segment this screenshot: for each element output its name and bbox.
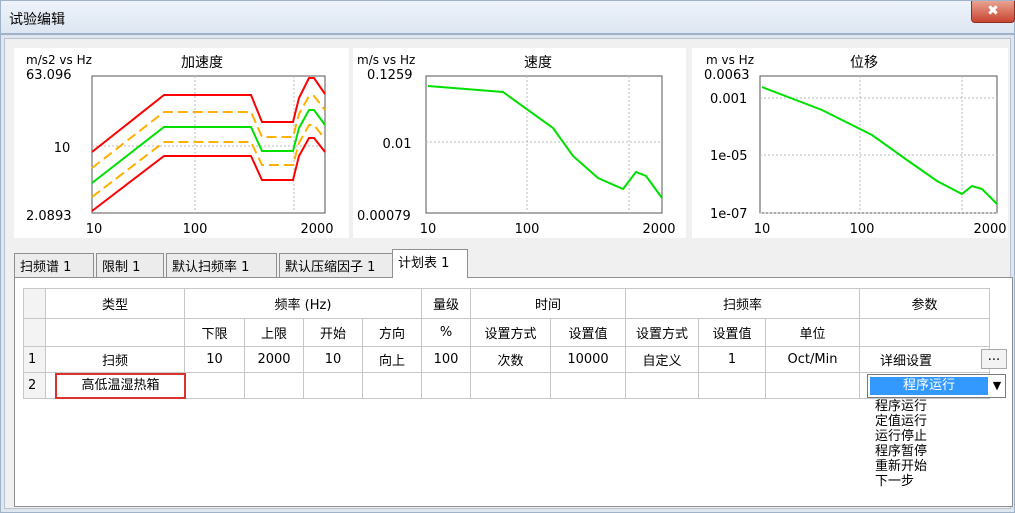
row-number[interactable]: 1 (23, 346, 46, 373)
acceleration-chart: m/s2 vs Hz 加速度 63.096 10 2.0893 10 100 2… (14, 48, 349, 238)
dropdown-option[interactable]: 程序运行 (875, 399, 993, 414)
accel-x-label-10: 10 (86, 222, 103, 237)
dropdown-option[interactable]: 下一步 (875, 474, 993, 489)
accel-ymin-label: 2.0893 (26, 209, 72, 224)
close-icon: ✖ (987, 3, 999, 19)
cell-direction[interactable]: 向上 (362, 346, 422, 373)
cell-rate-mode[interactable]: 自定义 (625, 346, 699, 373)
velocity-title: 速度 (524, 55, 552, 71)
displacement-y-label-0: 0.001 (710, 92, 747, 107)
accel-unit-label: m/s2 vs Hz (26, 53, 92, 67)
selected-type-cell[interactable]: 高低温湿热箱 (55, 373, 186, 399)
displacement-x-label-2000: 2000 (973, 222, 1006, 237)
cell-time-mode[interactable]: 次数 (470, 346, 551, 373)
displacement-x-label-100: 100 (850, 222, 875, 237)
accel-title: 加速度 (181, 55, 223, 71)
header-params: 参数 (859, 288, 990, 319)
accel-x-label-100: 100 (183, 222, 208, 237)
close-button[interactable]: ✖ (971, 1, 1015, 23)
chevron-down-icon[interactable]: ▼ (989, 375, 1005, 397)
header-direction: 方向 (362, 318, 422, 347)
dropdown-option[interactable]: 重新开始 (875, 459, 993, 474)
header-time-value: 设置值 (550, 318, 626, 347)
displacement-chart: m vs Hz 位移 0.0063 0.001 1e-05 1e-07 10 1… (692, 48, 1008, 238)
header-time: 时间 (470, 288, 626, 319)
accel-ymid-label: 10 (54, 141, 71, 156)
params-more-button[interactable]: ... (981, 349, 1007, 369)
header-type: 类型 (45, 288, 185, 319)
window-title: 试验编辑 (9, 12, 65, 28)
cell-params[interactable]: 详细设置 (859, 346, 990, 373)
accel-x-label-2000: 2000 (300, 222, 333, 237)
dropdown-option[interactable]: 程序暂停 (875, 444, 993, 459)
combo-selected-value: 程序运行 (870, 377, 988, 395)
tab-schedule[interactable]: 计划表 1 (392, 249, 468, 278)
velocity-ymid-label: 0.01 (383, 137, 412, 152)
dropdown-option[interactable]: 定值运行 (875, 414, 993, 429)
cell-upper[interactable]: 2000 (244, 346, 304, 373)
displacement-plot-frame (759, 75, 998, 214)
accel-lower-abort-line (91, 137, 326, 212)
header-percent: % (421, 318, 471, 347)
cell-time-value[interactable]: 10000 (550, 346, 626, 373)
cell-percent[interactable]: 100 (421, 346, 471, 373)
cell-lower[interactable]: 10 (184, 346, 245, 373)
accel-upper-alarm-line (91, 95, 326, 169)
accel-ymax-label: 63.096 (26, 68, 72, 83)
tab-default-sweep-rate[interactable]: 默认扫频率 1 (166, 253, 277, 277)
cell-rate-unit[interactable]: Oct/Min (765, 346, 860, 373)
accel-plot-frame (91, 75, 326, 214)
run-mode-dropdown-list: 程序运行 定值运行 运行停止 程序暂停 重新开始 下一步 (875, 399, 993, 489)
header-rate-mode: 设置方式 (625, 318, 699, 347)
header-time-mode: 设置方式 (470, 318, 551, 347)
velocity-x-label-2000: 2000 (642, 222, 675, 237)
displacement-ymax-label: 0.0063 (704, 68, 750, 83)
table-row: 1 扫频 10 2000 10 向上 100 次数 10000 自定义 1 Oc… (23, 346, 990, 373)
velocity-gridlines (426, 76, 662, 213)
velocity-x-label-100: 100 (515, 222, 540, 237)
cell-start[interactable]: 10 (303, 346, 363, 373)
velocity-ymax-label: 0.1259 (367, 68, 413, 83)
header-lower: 下限 (184, 318, 245, 347)
displacement-gridlines (760, 76, 997, 214)
header-level: 量级 (421, 288, 471, 319)
title-bar: 试验编辑 ✖ (0, 0, 1015, 34)
header-frequency: 频率 (Hz) (184, 288, 422, 319)
header-start: 开始 (303, 318, 363, 347)
run-mode-combo[interactable]: 程序运行 ▼ (867, 374, 1006, 398)
velocity-unit-label: m/s vs Hz (357, 53, 415, 67)
dropdown-option[interactable]: 运行停止 (875, 429, 993, 444)
header-rate-unit: 单位 (765, 318, 860, 347)
accel-gridlines (92, 76, 325, 213)
corner-header (23, 288, 46, 319)
cell-rate-value[interactable]: 1 (698, 346, 766, 373)
displacement-title: 位移 (850, 55, 878, 71)
velocity-x-label-10: 10 (420, 222, 437, 237)
displacement-y-label-2: 1e-07 (710, 207, 748, 222)
row-number[interactable]: 2 (23, 372, 46, 399)
header-upper: 上限 (244, 318, 304, 347)
velocity-plot-frame (425, 75, 663, 214)
tab-limits[interactable]: 限制 1 (96, 253, 164, 277)
velocity-ymin-label: 0.00079 (357, 209, 411, 224)
accel-lower-alarm-line (91, 124, 326, 198)
cell-type[interactable]: 扫频 (45, 346, 185, 373)
accel-upper-abort-line (91, 77, 326, 153)
header-sweep-rate: 扫频率 (625, 288, 860, 319)
velocity-chart: m/s vs Hz 速度 0.1259 0.01 0.00079 10 100 … (353, 48, 686, 238)
tab-default-compression[interactable]: 默认压缩因子 1 (279, 253, 401, 277)
displacement-y-label-1: 1e-05 (710, 149, 748, 164)
header-rate-value: 设置值 (698, 318, 766, 347)
displacement-unit-label: m vs Hz (706, 53, 754, 67)
tab-sweep-spectrum[interactable]: 扫频谱 1 (14, 253, 94, 277)
displacement-x-label-10: 10 (754, 222, 771, 237)
